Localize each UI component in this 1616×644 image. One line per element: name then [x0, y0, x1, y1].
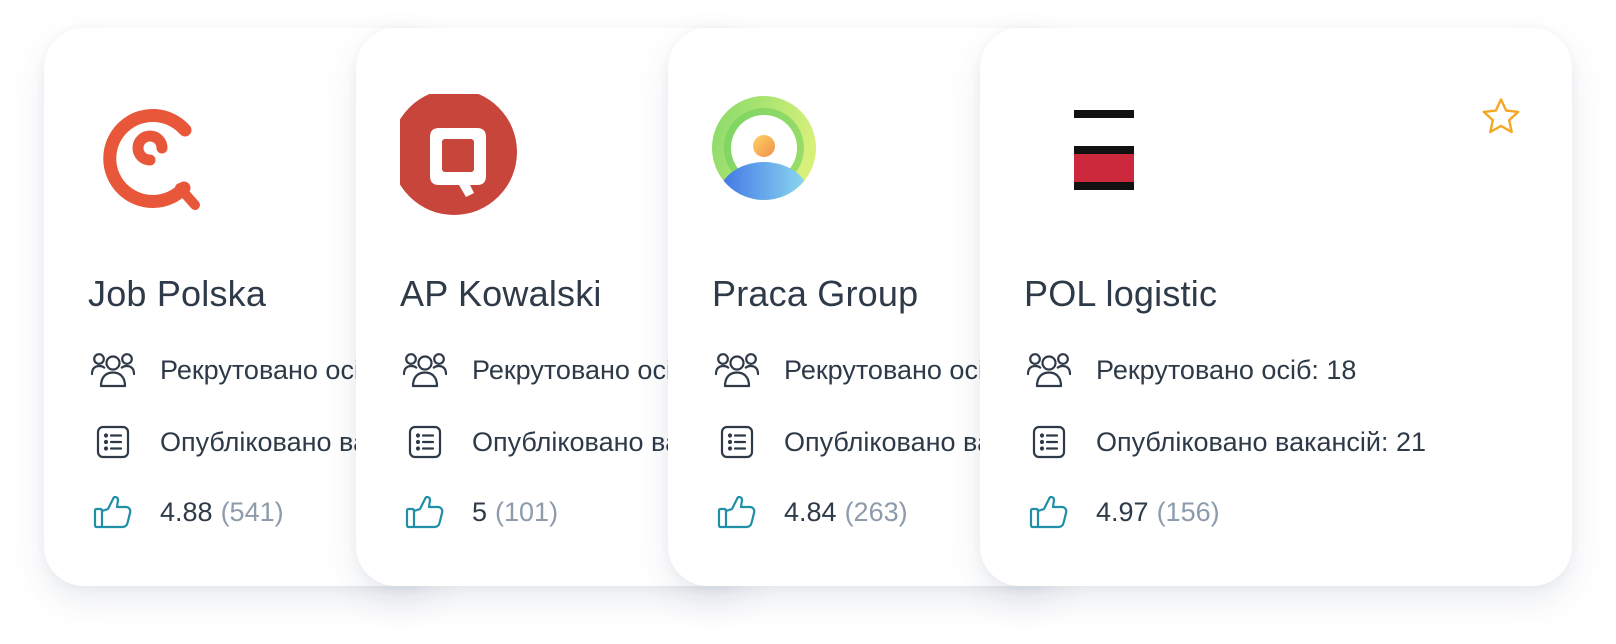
reviews-count: (541): [220, 496, 284, 527]
ap-kowalski-logo: [400, 94, 540, 234]
rating-value: 4.97: [1096, 496, 1149, 527]
reviews-count: (101): [495, 496, 559, 527]
job-polska-logo: [88, 94, 228, 234]
recruited-stat: Рекрутовано осіб: 18: [1024, 348, 1356, 392]
rating-value: 4.84: [784, 496, 837, 527]
company-name[interactable]: POL logistic: [1024, 273, 1217, 315]
list-icon: [1024, 420, 1074, 464]
company-name[interactable]: Praca Group: [712, 273, 918, 315]
thumbs-up-icon: [1024, 490, 1074, 534]
people-icon: [1024, 348, 1074, 392]
published-stat: Опубліковано вакансій: 21: [1024, 420, 1426, 464]
list-icon: [712, 420, 762, 464]
published-text: Опубліковано вакансій: 21: [1096, 426, 1427, 457]
list-icon: [400, 420, 450, 464]
thumbs-up-icon: [400, 490, 450, 534]
praca-group-logo: [712, 94, 852, 234]
rating-stat: 4.84 (263): [712, 490, 908, 534]
recruited-text: Рекрутовано осіб: 18: [1096, 354, 1357, 385]
rating-stat: 4.97 (156): [1024, 490, 1220, 534]
thumbs-up-icon: [712, 490, 762, 534]
people-icon: [712, 348, 762, 392]
reviews-count: (263): [844, 496, 908, 527]
rating-stat: 5 (101): [400, 490, 558, 534]
rating-value: 5: [472, 496, 488, 527]
company-name[interactable]: AP Kowalski: [400, 273, 602, 315]
pol-logistic-logo: [1024, 94, 1164, 234]
reviews-count: (156): [1156, 496, 1220, 527]
people-icon: [400, 348, 450, 392]
list-icon: [88, 420, 138, 464]
company-name[interactable]: Job Polska: [88, 273, 266, 315]
rating-value: 4.88: [160, 496, 213, 527]
company-card[interactable]: POL logistic Рекрутовано осіб: 18 Опублі…: [980, 28, 1572, 586]
rating-stat: 4.88 (541): [88, 490, 284, 534]
people-icon: [88, 348, 138, 392]
star-icon[interactable]: [1480, 96, 1522, 138]
thumbs-up-icon: [88, 490, 138, 534]
